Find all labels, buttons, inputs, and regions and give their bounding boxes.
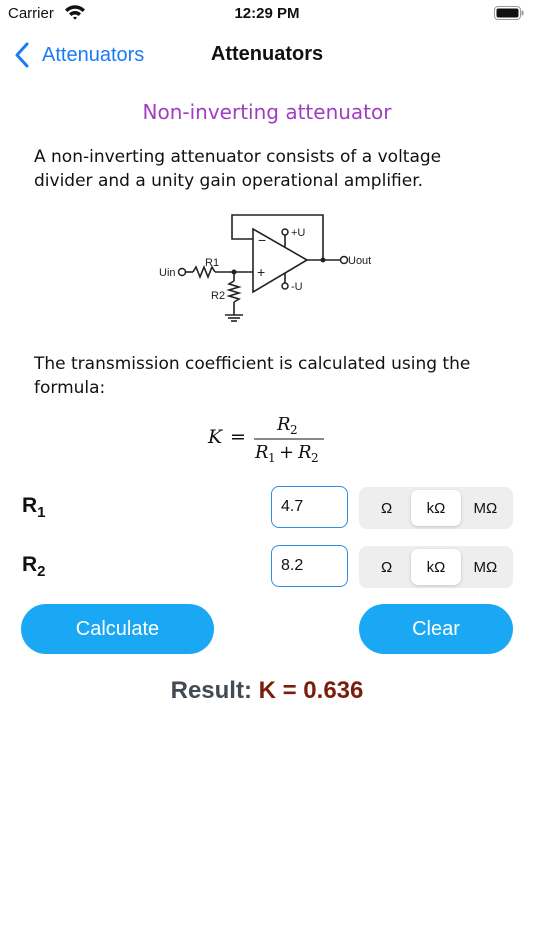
formula-numerator-sub: 2 [290, 423, 298, 437]
r1-unit-kohm[interactable]: kΩ [411, 490, 461, 526]
formula-den-r2: R [297, 442, 312, 463]
page-title: Attenuators [210, 43, 324, 65]
section-heading: Non-inverting attenuator [142, 100, 392, 124]
r2-unit-selector: Ω kΩ MΩ [359, 546, 513, 588]
formula-numerator: R [276, 414, 291, 435]
clear-button[interactable]: Clear [359, 604, 513, 654]
battery-icon [494, 6, 524, 20]
r1-unit-selector: Ω kΩ MΩ [359, 487, 513, 529]
r1-unit-ohm[interactable]: Ω [362, 490, 411, 526]
plus-input-sign: + [257, 264, 265, 280]
r2-unit-kohm[interactable]: kΩ [411, 549, 461, 585]
r1-input[interactable]: 4.7 [271, 486, 348, 528]
r2-unit-ohm[interactable]: Ω [362, 549, 411, 585]
r2-label: R2 [211, 290, 225, 302]
r2-input[interactable]: 8.2 [271, 545, 348, 587]
formula-equals: = [230, 426, 246, 448]
formula-den-r1-sub: 1 [268, 451, 276, 465]
navigation-bar: Attenuators Attenuators [0, 34, 534, 78]
input-label: Uin [159, 267, 176, 279]
formula-intro-text: The transmission coefficient is calculat… [34, 354, 471, 398]
formula-den-r1: R [254, 442, 269, 463]
r2-label: R2 [22, 553, 46, 581]
r1-label: R1 [22, 494, 46, 522]
circuit-diagram: − + +U -U Uout Uin R1 R2 [159, 214, 371, 322]
minus-input-sign: − [258, 232, 266, 248]
minus-supply-label: -U [291, 281, 303, 293]
formula-plus: + [279, 442, 294, 463]
r2-unit-mohm[interactable]: MΩ [461, 549, 510, 585]
status-bar: Carrier 12:29 PM [0, 0, 534, 30]
result: Result: K = 0.636 [0, 677, 534, 705]
result-value: K = 0.636 [258, 677, 364, 704]
clock: 12:29 PM [234, 5, 300, 22]
output-label: Uout [348, 255, 371, 267]
formula-k: K [207, 426, 224, 448]
calculate-button[interactable]: Calculate [21, 604, 214, 654]
description-text: A non-inverting attenuator consists of a… [34, 147, 442, 191]
formula-den-r2-sub: 2 [311, 451, 319, 465]
result-label: Result: [170, 677, 252, 704]
r1-label: R1 [205, 257, 219, 269]
formula: K = R 2 R 1 + R 2 [207, 414, 324, 465]
r1-unit-mohm[interactable]: MΩ [461, 490, 510, 526]
plus-supply-label: +U [291, 227, 305, 239]
